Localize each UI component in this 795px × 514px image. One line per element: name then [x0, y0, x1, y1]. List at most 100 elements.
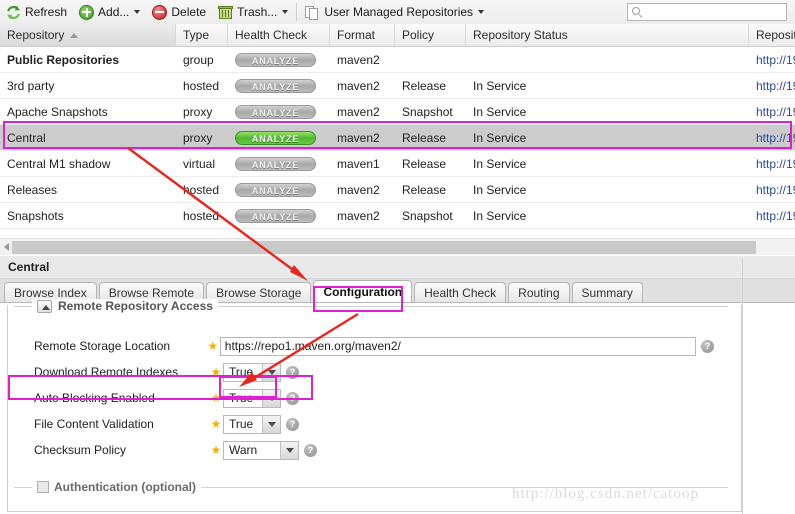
field-select-value: True [229, 391, 254, 405]
delete-button[interactable]: Delete [146, 1, 212, 23]
add-button-label: Add... [98, 5, 130, 19]
field-select[interactable]: True [223, 414, 281, 434]
analyze-button[interactable]: ANALYZE [235, 104, 316, 119]
field-select-value: Warn [229, 443, 258, 457]
cell-repository-status: In Service [473, 130, 527, 145]
cell-repository-url[interactable]: http://19 [749, 73, 795, 98]
cell-repository-url[interactable]: http://19 [749, 203, 795, 228]
grid-horizontal-scrollbar[interactable] [0, 238, 795, 255]
cell-type: group [183, 52, 214, 67]
scrollbar-thumb[interactable] [12, 240, 756, 254]
table-row[interactable]: Apache Snapshots proxy ANALYZE maven2 Snapsh… [0, 99, 795, 125]
analyze-button[interactable]: ANALYZE [235, 130, 316, 145]
search-input[interactable] [644, 4, 795, 20]
cell-repository-url[interactable]: http://19 [749, 47, 795, 72]
cell-health-check: ANALYZE [228, 47, 330, 72]
analyze-button[interactable]: ANALYZE [235, 208, 316, 223]
column-header-repository-status[interactable]: Repository Status [466, 24, 749, 46]
tab-browse-storage[interactable]: Browse Storage [206, 282, 312, 302]
field-select[interactable]: True [223, 362, 281, 382]
analyze-button[interactable]: ANALYZE [235, 78, 316, 93]
analyze-button[interactable]: ANALYZE [235, 156, 316, 171]
user-managed-repositories-button[interactable]: User Managed Repositories [299, 1, 490, 23]
cell-repository-status: In Service [473, 78, 527, 93]
watermark: http://blog.csdn.net/catoop [512, 486, 699, 502]
cell-repository: Central [7, 130, 46, 145]
analyze-button[interactable]: ANALYZE [235, 182, 316, 197]
table-row[interactable]: Central M1 shadow virtual ANALYZE maven1 Rel… [0, 151, 795, 177]
cell-repository-url[interactable]: http://19 [749, 125, 795, 150]
field-select-value: True [229, 417, 254, 431]
detail-right-divider [742, 258, 743, 514]
tab-summary[interactable]: Summary [571, 282, 643, 302]
cell-health-check: ANALYZE [228, 99, 330, 124]
help-icon[interactable]: ? [286, 365, 299, 379]
cell-repository: Public Repositories [7, 52, 120, 67]
cell-repository-url[interactable]: http://19 [749, 99, 795, 124]
collapse-section-button[interactable] [37, 299, 52, 313]
cell-type: virtual [183, 156, 216, 171]
remote-storage-location-input[interactable] [219, 336, 696, 356]
cell-repository-url[interactable]: http://19 [749, 177, 795, 202]
column-header-type[interactable]: Type [176, 24, 228, 46]
cell-format: maven2 [337, 78, 380, 93]
field-row-download-remote-indexes: Download Remote Indexes ★ True? [14, 359, 714, 385]
cell-repository: 3rd party [7, 78, 55, 93]
column-header-policy[interactable]: Policy [395, 24, 466, 46]
cell-repository: Central M1 shadow [7, 156, 111, 171]
chevron-down-icon[interactable] [280, 441, 298, 459]
refresh-button[interactable]: Refresh [0, 1, 73, 23]
column-header-repository-url[interactable]: Reposit [749, 24, 795, 46]
cell-policy: Snapshot [402, 104, 453, 119]
cell-policy: Snapshot [402, 208, 453, 223]
field-row-auto-blocking-enabled: Auto Blocking Enabled ★ True? [14, 385, 714, 411]
help-icon[interactable]: ? [701, 339, 714, 353]
main-toolbar: Refresh Add... Delete Trash... User Mana… [0, 0, 795, 25]
field-select[interactable]: True [223, 388, 281, 408]
chevron-down-icon[interactable] [262, 363, 280, 381]
cell-type: hosted [183, 78, 220, 93]
cell-type: proxy [183, 104, 213, 119]
trash-button[interactable]: Trash... [212, 1, 294, 23]
chevron-down-icon[interactable] [262, 415, 280, 433]
analyze-button[interactable]: ANALYZE [235, 52, 316, 67]
cell-format: maven2 [337, 182, 380, 197]
help-icon[interactable]: ? [304, 443, 317, 457]
add-button[interactable]: Add... [73, 1, 146, 23]
authentication-checkbox[interactable] [37, 481, 49, 493]
chevron-down-icon[interactable] [262, 389, 280, 407]
detail-panel-title: Central [0, 256, 795, 279]
cell-health-check: ANALYZE [228, 151, 330, 176]
cell-repository-status: In Service [473, 182, 527, 197]
required-star-icon: ★ [210, 391, 222, 405]
help-icon[interactable]: ? [286, 391, 299, 405]
field-label: Auto Blocking Enabled [34, 391, 155, 405]
field-label: Remote Storage Location [34, 339, 171, 353]
help-icon[interactable]: ? [286, 417, 299, 431]
search-box[interactable] [627, 3, 795, 21]
refresh-icon [6, 5, 21, 20]
delete-button-label: Delete [171, 5, 207, 19]
tab-configuration[interactable]: Configuration [313, 280, 413, 302]
column-header-health-check[interactable]: Health Check [228, 24, 330, 46]
chevron-down-icon [134, 10, 141, 14]
table-row[interactable]: Central proxy ANALYZE maven2 Release In Servi… [0, 125, 795, 151]
tab-routing[interactable]: Routing [508, 282, 570, 302]
cell-repository-url[interactable]: http://19 [749, 151, 795, 176]
grid-body: Public Repositories group ANALYZE maven2 htt… [0, 47, 795, 229]
cell-repository-status [466, 47, 749, 72]
user-managed-repositories-label: User Managed Repositories [324, 5, 474, 19]
column-header-repository[interactable]: Repository [0, 24, 176, 46]
field-row-remote-storage-location: Remote Storage Location ★? [14, 333, 714, 359]
table-row[interactable]: Snapshots hosted ANALYZE maven2 Snapshot In S… [0, 203, 795, 229]
scroll-left-icon[interactable] [4, 243, 9, 251]
add-icon [79, 4, 95, 20]
table-row[interactable]: Public Repositories group ANALYZE maven2 htt… [0, 47, 795, 73]
cell-health-check: ANALYZE [228, 73, 330, 98]
column-header-format[interactable]: Format [330, 24, 395, 46]
field-row-checksum-policy: Checksum Policy ★ Warn? [14, 437, 714, 463]
field-select[interactable]: Warn [223, 440, 299, 460]
table-row[interactable]: 3rd party hosted ANALYZE maven2 Release In Se… [0, 73, 795, 99]
tab-health-check[interactable]: Health Check [414, 282, 507, 302]
table-row[interactable]: Releases hosted ANALYZE maven2 Release In Ser… [0, 177, 795, 203]
